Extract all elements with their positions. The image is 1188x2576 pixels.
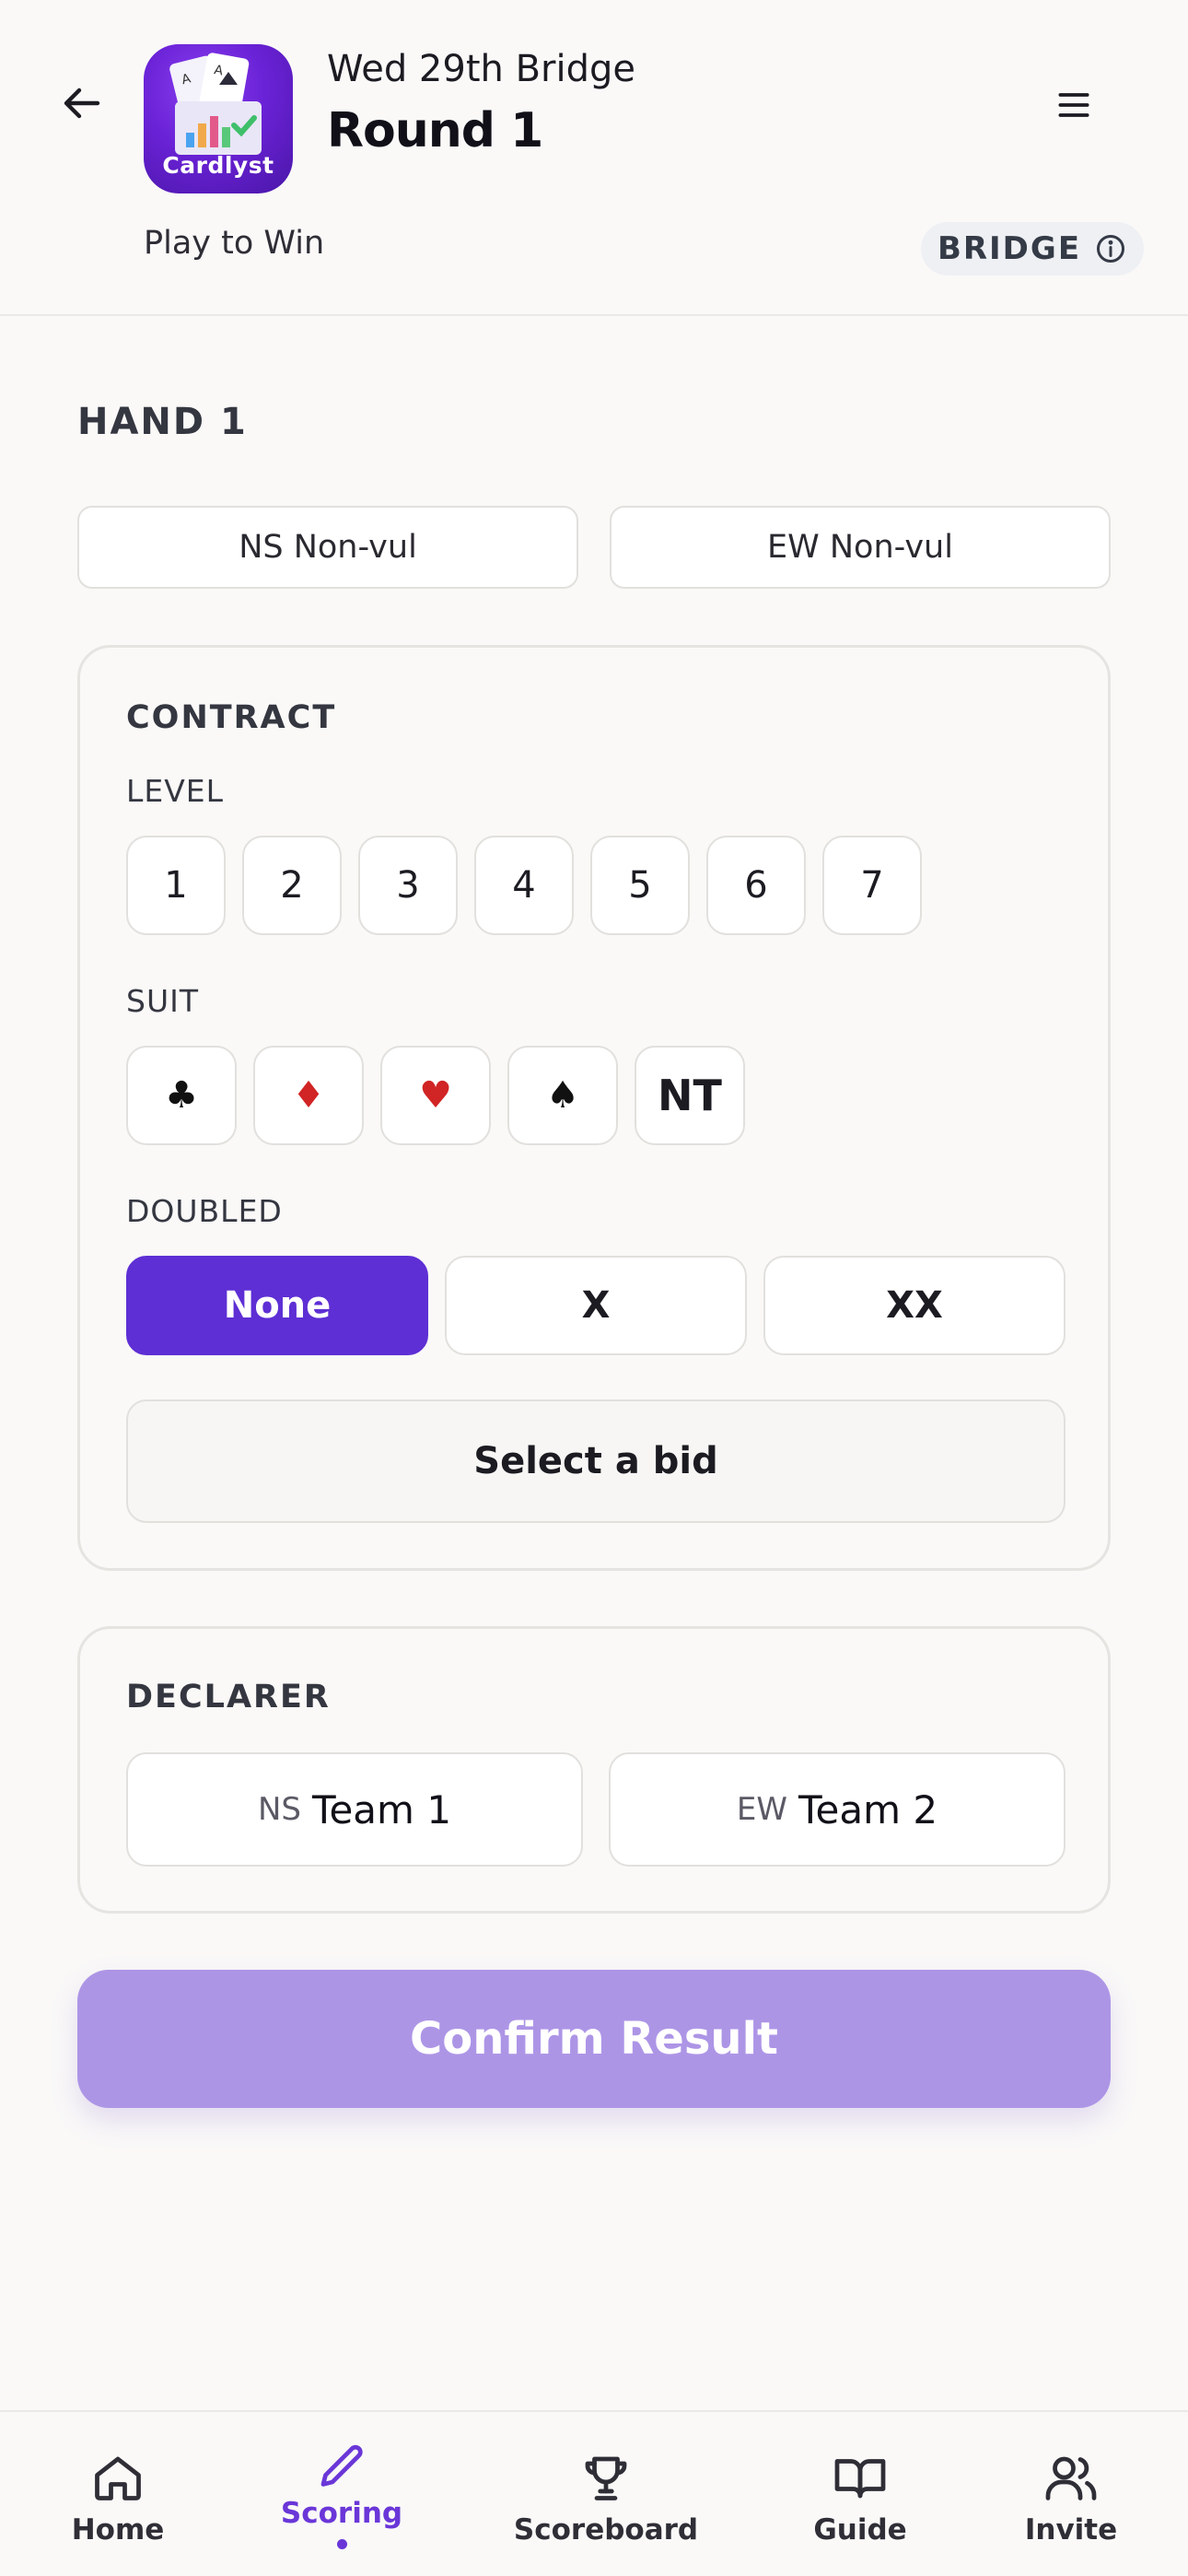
nav-home-label: Home [71,2513,165,2547]
declarer-ns-button[interactable]: NS Team 1 [126,1752,583,1867]
declarer-card: DECLARER NS Team 1 EW Team 2 [77,1626,1111,1914]
header: A A Cardlyst Wed 29th Bridge Round 1 Pla… [0,0,1188,316]
back-button[interactable] [52,72,114,135]
level-option-6[interactable]: 6 [706,836,806,935]
level-option-5[interactable]: 5 [590,836,690,935]
level-option-3[interactable]: 3 [358,836,458,935]
ew-team-name: Team 2 [798,1786,938,1832]
contract-title: CONTRACT [126,699,337,736]
app-logo: A A Cardlyst [144,44,293,193]
nav-guide-label: Guide [813,2513,907,2547]
trophy-icon [585,2456,627,2500]
selected-bid-display: Select a bid [126,1399,1066,1523]
nav-scoreboard-label: Scoreboard [513,2513,699,2547]
declarer-title: DECLARER [126,1679,331,1715]
doubled-none-button[interactable]: None [126,1256,428,1355]
bottom-navigation: Home Scoring Scoreboard Guide Invite [0,2410,1188,2576]
level-option-1[interactable]: 1 [126,836,226,935]
suit-hearts-button[interactable]: ♥ [380,1046,491,1145]
nav-home[interactable]: Home [55,2412,181,2576]
ew-vulnerability: EW Non-vul [610,506,1111,589]
nav-scoreboard[interactable]: Scoreboard [513,2412,699,2576]
nav-scoring-label: Scoring [280,2497,403,2530]
suit-spades-button[interactable]: ♠ [507,1046,618,1145]
users-icon [1045,2456,1097,2500]
pencil-icon [320,2444,363,2487]
suit-label: SUIT [126,983,199,1019]
contract-card: CONTRACT LEVEL 1 2 3 4 5 6 7 SUIT ♣ ♦ ♥ … [77,645,1111,1571]
doubled-xx-button[interactable]: XX [763,1256,1066,1355]
app-logo-label: Cardlyst [162,152,274,179]
ns-team-name: Team 1 [311,1786,452,1832]
session-name: Wed 29th Bridge [327,48,635,90]
menu-button[interactable] [1042,74,1105,136]
level-option-7[interactable]: 7 [822,836,922,935]
ns-vulnerability: NS Non-vul [77,506,578,589]
game-type-badge[interactable]: BRIDGE [921,222,1144,275]
confirm-result-button[interactable]: Confirm Result [77,1970,1111,2108]
level-option-4[interactable]: 4 [474,836,574,935]
app-screen: A A Cardlyst Wed 29th Bridge Round 1 Pla… [0,0,1188,2576]
doubled-x-button[interactable]: X [445,1256,747,1355]
hamburger-menu-icon [1058,93,1089,117]
game-type-label: BRIDGE [937,230,1082,267]
nav-guide[interactable]: Guide [801,2412,919,2576]
page-title: Round 1 [327,103,543,158]
ew-side-label: EW [736,1791,787,1828]
active-indicator-dot [336,2539,347,2549]
suit-clubs-button[interactable]: ♣ [126,1046,237,1145]
nav-scoring[interactable]: Scoring [276,2412,407,2576]
doubled-label: DOUBLED [126,1193,283,1229]
arrow-left-icon [64,88,100,119]
level-option-2[interactable]: 2 [242,836,342,935]
declarer-ew-button[interactable]: EW Team 2 [609,1752,1066,1867]
suit-diamonds-button[interactable]: ♦ [253,1046,364,1145]
level-label: LEVEL [126,773,225,809]
ns-side-label: NS [257,1791,301,1828]
nav-invite[interactable]: Invite [1013,2412,1129,2576]
suit-notrump-button[interactable]: NT [635,1046,745,1145]
info-icon [1097,235,1125,263]
nav-invite-label: Invite [1024,2513,1118,2547]
tagline: Play to Win [144,225,325,262]
book-icon [834,2459,886,2499]
hand-title: HAND 1 [77,401,248,443]
home-icon [95,2456,141,2500]
